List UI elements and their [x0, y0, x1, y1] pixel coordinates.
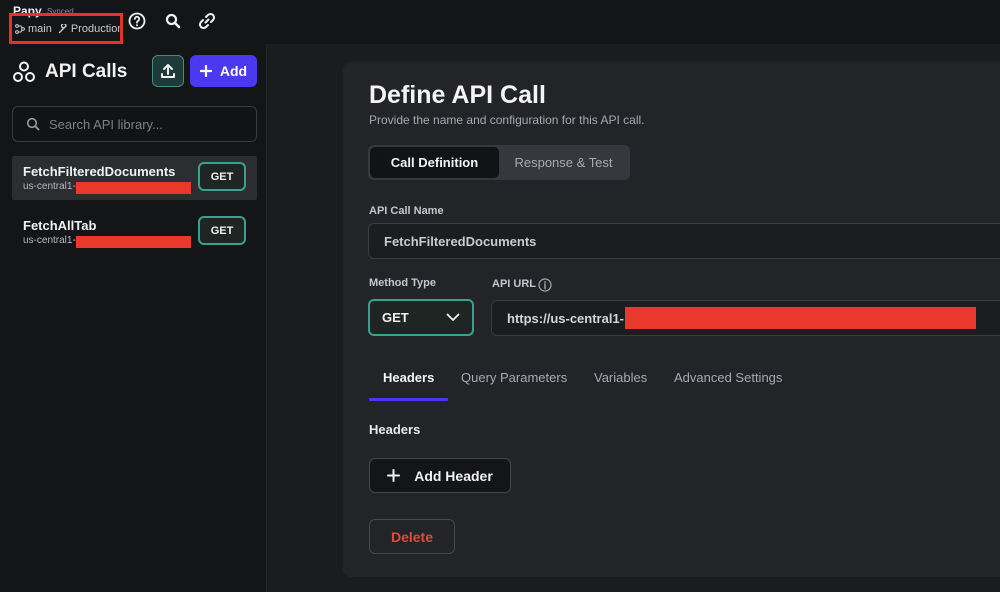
tab-call-definition[interactable]: Call Definition [370, 147, 499, 178]
sidebar-title: API Calls [45, 61, 128, 82]
upload-button[interactable] [152, 55, 184, 87]
tab-query-parameters[interactable]: Query Parameters [461, 370, 567, 385]
api-item-name: FetchAllTab [23, 218, 97, 233]
api-list-item[interactable]: FetchFilteredDocuments us-central1- GET [12, 156, 257, 200]
api-item-region: us-central1- [23, 181, 76, 192]
redaction-bar [625, 307, 977, 329]
active-tab-indicator [369, 398, 448, 401]
highlight-annotation-box [9, 13, 123, 44]
page-subtitle: Provide the name and configuration for t… [369, 113, 645, 127]
search-icon[interactable] [163, 11, 183, 31]
method-type-label: Method Type [369, 277, 437, 289]
search-placeholder: Search API library... [49, 116, 163, 132]
headers-section-label: Headers [369, 422, 421, 437]
redaction-bar [76, 182, 191, 194]
define-api-call-panel: Define API Call Provide the name and con… [343, 62, 1000, 577]
add-api-call-button[interactable]: Add [190, 55, 257, 87]
tab-response-test[interactable]: Response & Test [499, 147, 628, 178]
add-header-button[interactable]: Add Header [369, 458, 511, 493]
link-icon[interactable] [197, 11, 217, 31]
api-item-region: us-central1- [23, 235, 76, 246]
api-call-name-input[interactable]: FetchFilteredDocuments [368, 223, 1000, 259]
api-call-name-label: API Call Name [369, 205, 444, 217]
help-icon[interactable] [127, 11, 147, 31]
method-badge[interactable]: GET [198, 216, 246, 245]
api-url-label: API URL [492, 278, 536, 290]
api-calls-icon [13, 61, 35, 82]
plus-icon [387, 469, 401, 482]
tab-headers[interactable]: Headers [383, 370, 434, 385]
api-calls-sidebar: API Calls Add Search API library... Fetc… [0, 44, 267, 592]
method-badge[interactable]: GET [198, 162, 246, 191]
api-url-value: https://us-central1- [507, 310, 625, 326]
search-api-library-input[interactable]: Search API library... [12, 106, 257, 142]
redaction-bar [76, 236, 191, 248]
tab-advanced-settings[interactable]: Advanced Settings [674, 370, 782, 385]
upload-icon [161, 64, 175, 78]
plus-icon [199, 65, 212, 77]
api-item-name: FetchFilteredDocuments [23, 164, 176, 179]
info-icon[interactable] [538, 278, 552, 292]
method-value: GET [382, 310, 409, 325]
api-url-input[interactable]: https://us-central1- [491, 300, 1000, 336]
page-title: Define API Call [369, 81, 546, 109]
add-header-label: Add Header [414, 467, 493, 484]
add-button-label: Add [219, 63, 248, 79]
tab-variables[interactable]: Variables [594, 370, 647, 385]
top-bar: Papy Synced main Production [0, 0, 1000, 44]
delete-button[interactable]: Delete [369, 519, 455, 554]
api-list-item[interactable]: FetchAllTab us-central1- GET [12, 210, 257, 254]
chevron-down-icon [446, 313, 460, 321]
method-type-select[interactable]: GET [368, 299, 474, 336]
search-icon [26, 117, 40, 131]
definition-segmented-control: Call Definition Response & Test [368, 145, 630, 180]
